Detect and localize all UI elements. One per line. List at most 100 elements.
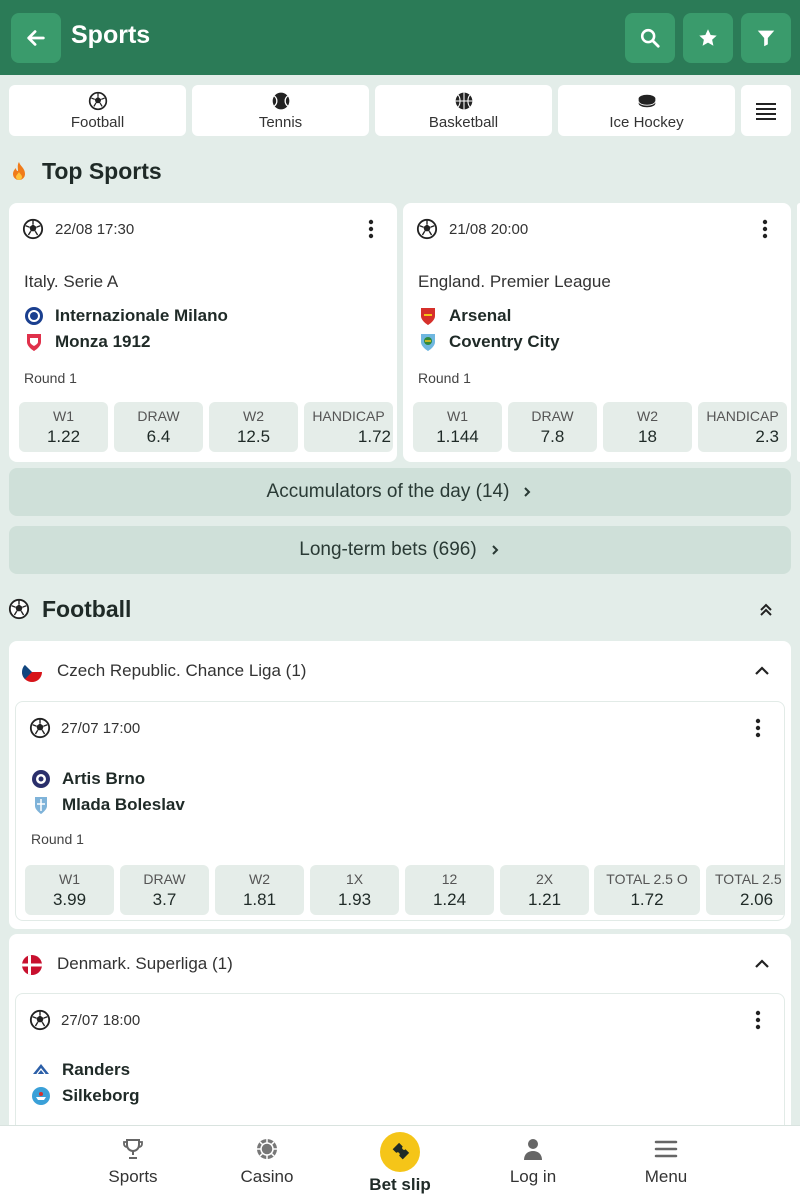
chevron-right-icon (491, 545, 499, 555)
odds-value: 3.99 (52, 890, 87, 909)
odds-button[interactable]: 1X 1.93 (310, 865, 399, 915)
round-label: Round 1 (24, 370, 77, 386)
round-label: Round 1 (418, 370, 471, 386)
long-term-bets-label: Long-term bets (696) (299, 539, 477, 560)
league-name: Czech Republic. Chance Liga (1) (57, 661, 307, 680)
search-button[interactable] (625, 13, 675, 63)
back-button[interactable] (11, 13, 61, 63)
odds-button[interactable]: 12 1.24 (405, 865, 494, 915)
odds-value: 12.5 (236, 427, 271, 446)
basketball-icon (455, 92, 472, 109)
odds-button[interactable]: HANDICAP 2.3 (698, 402, 787, 452)
league-header[interactable]: Denmark. Superliga (1) (9, 934, 791, 994)
odds-button[interactable]: DRAW 6.4 (114, 402, 203, 452)
more-options-icon[interactable] (359, 217, 383, 241)
more-options-icon[interactable] (746, 1008, 770, 1032)
trophy-icon (123, 1139, 143, 1159)
team-away: Coventry City (418, 332, 560, 352)
randers-crest-icon (33, 1064, 49, 1075)
league-header[interactable]: Czech Republic. Chance Liga (1) (9, 641, 791, 701)
league-name: Italy. Serie A (24, 272, 119, 291)
odds-button[interactable]: W2 18 (603, 402, 692, 452)
tab-football[interactable]: Football (9, 85, 186, 136)
nav-label: Menu (644, 1167, 688, 1186)
odds-label: DRAW (137, 408, 180, 424)
odds-value: 1.21 (527, 890, 562, 909)
chevron-up-icon (755, 959, 769, 968)
match-card[interactable]: 27/07 17:00 Artis Brno Mlada Boleslav Ro… (15, 701, 785, 921)
accumulators-button[interactable]: Accumulators of the day (14) (9, 468, 791, 516)
odds-button[interactable]: 2X 1.21 (500, 865, 589, 915)
odds-label: TOTAL 2.5 U (715, 871, 784, 887)
odds-value: 1.93 (337, 890, 372, 909)
ticket-icon (392, 1142, 410, 1160)
team-name: Randers (62, 1060, 131, 1079)
tab-tennis[interactable]: Tennis (192, 85, 369, 136)
nav-bet-slip[interactable]: Bet slip (340, 1126, 460, 1198)
odds-label: 2X (535, 871, 554, 887)
favorites-button[interactable] (683, 13, 733, 63)
team-away: Silkeborg (31, 1086, 139, 1106)
odds-button[interactable]: W1 1.22 (19, 402, 108, 452)
team-name: Arsenal (449, 306, 512, 325)
team-home: Artis Brno (31, 769, 145, 789)
odds-button[interactable]: HANDICAP 1.72 (304, 402, 393, 452)
nav-log-in[interactable]: Log in (473, 1126, 593, 1198)
odds-button[interactable]: W2 1.81 (215, 865, 304, 915)
denmark-flag-icon (22, 955, 42, 975)
league-name: England. Premier League (418, 272, 611, 291)
team-home: Internazionale Milano (24, 306, 228, 326)
more-options-icon[interactable] (746, 716, 770, 740)
nav-menu[interactable]: Menu (606, 1126, 726, 1198)
team-home: Randers (31, 1060, 130, 1080)
section-title-top-sports: Top Sports (42, 158, 162, 184)
team-name: Mlada Boleslav (62, 795, 185, 814)
odds-value: 7.8 (540, 427, 565, 446)
arsenal-crest-icon (421, 308, 435, 325)
odds-button[interactable]: W1 1.144 (413, 402, 502, 452)
football-icon (88, 91, 107, 110)
odds-button[interactable]: W1 3.99 (25, 865, 114, 915)
tab-basketball[interactable]: Basketball (375, 85, 552, 136)
team-away: Monza 1912 (24, 332, 150, 352)
odds-value: 2.3 (755, 427, 779, 446)
top-match-card[interactable]: 22/08 17:30 Italy. Serie A Internazional… (9, 203, 397, 462)
odds-value: 1.144 (436, 427, 479, 446)
league-block: Czech Republic. Chance Liga (1) 27/07 17… (9, 641, 791, 929)
more-options-icon[interactable] (753, 217, 777, 241)
inter-crest-icon (25, 307, 43, 325)
nav-label: Sports (108, 1167, 158, 1186)
top-match-card[interactable]: 21/08 20:00 England. Premier League Arse… (403, 203, 791, 462)
nav-sports[interactable]: Sports (73, 1126, 193, 1198)
odds-label: TOTAL 2.5 O (606, 871, 688, 887)
odds-value: 1.22 (46, 427, 81, 446)
league-block: Denmark. Superliga (1) 27/07 18:00 Rande… (9, 934, 791, 1143)
odds-value: 6.4 (146, 427, 171, 446)
tab-label: Ice Hockey (609, 113, 684, 131)
team-name: Artis Brno (62, 769, 146, 788)
match-datetime: 21/08 20:00 (449, 221, 529, 238)
tab-label: Tennis (258, 113, 303, 131)
tab-label: Basketball (428, 113, 499, 131)
odds-button[interactable]: TOTAL 2.5 U 2.06 (706, 865, 784, 915)
monza-crest-icon (27, 334, 41, 351)
bottom-navigation: Sports Casino Bet slip Log in Menu (0, 1125, 800, 1198)
filter-button[interactable] (741, 13, 791, 63)
bet-slip-badge (380, 1132, 420, 1172)
odds-button[interactable]: W2 12.5 (209, 402, 298, 452)
all-sports-menu-button[interactable] (741, 85, 791, 136)
odds-label: W1 (59, 871, 80, 887)
tab-ice-hockey[interactable]: Ice Hockey (558, 85, 735, 136)
odds-label: W2 (243, 408, 264, 424)
nav-label: Bet slip (369, 1175, 431, 1194)
odds-button[interactable]: DRAW 3.7 (120, 865, 209, 915)
football-icon (416, 218, 438, 240)
odds-button[interactable]: TOTAL 2.5 O 1.72 (594, 865, 700, 915)
match-card[interactable]: 27/07 18:00 Randers Silkeborg (15, 993, 785, 1143)
odds-button[interactable]: DRAW 7.8 (508, 402, 597, 452)
odds-value: 2.06 (740, 890, 774, 909)
collapse-all-icon[interactable] (757, 601, 775, 619)
long-term-bets-button[interactable]: Long-term bets (696) (9, 526, 791, 574)
nav-casino[interactable]: Casino (207, 1126, 327, 1198)
odds-label: W1 (53, 408, 74, 424)
